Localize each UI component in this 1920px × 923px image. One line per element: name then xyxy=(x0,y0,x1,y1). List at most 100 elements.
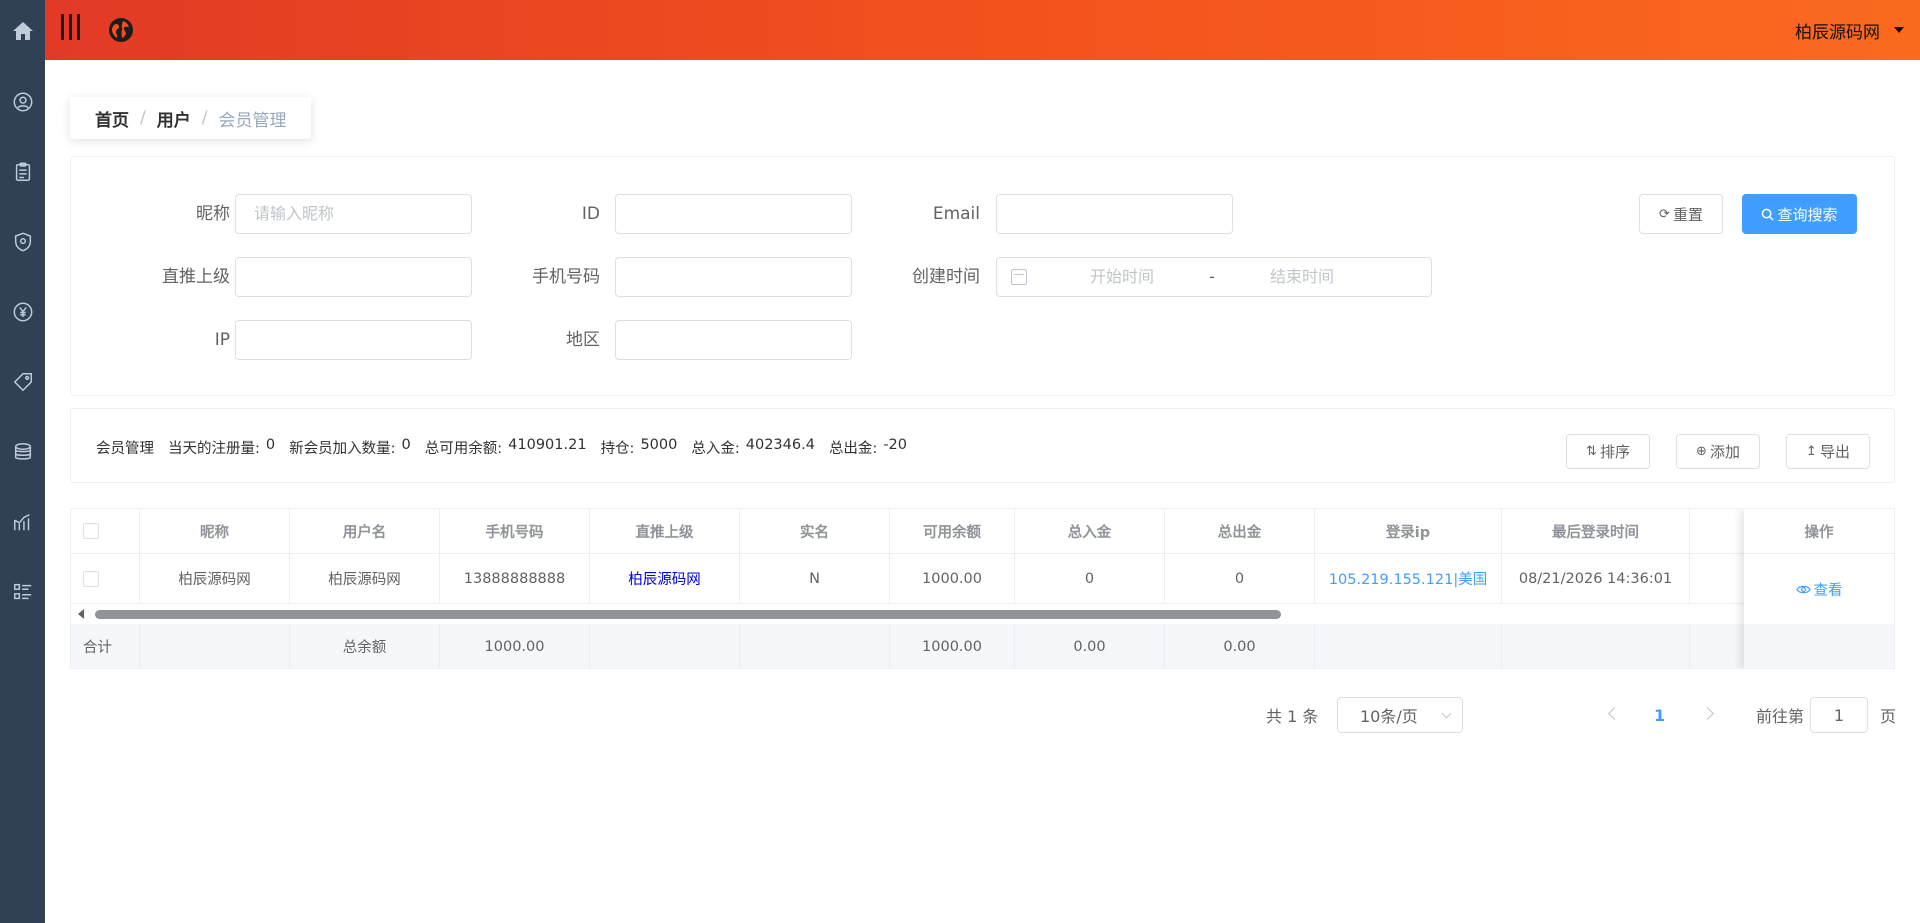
search-button[interactable]: 查询搜索 xyxy=(1742,194,1857,234)
sort-button-label: 排序 xyxy=(1599,443,1630,461)
home-icon[interactable] xyxy=(0,8,45,53)
start-date-input[interactable]: 开始时间 xyxy=(1067,258,1177,296)
reset-button-label: 重置 xyxy=(1672,205,1703,224)
current-page[interactable]: 1 xyxy=(1654,706,1665,725)
row-select-cell xyxy=(71,554,140,603)
ip-input[interactable] xyxy=(235,320,472,360)
positions-value: 5000 xyxy=(640,437,678,453)
next-page-icon[interactable] xyxy=(1701,707,1714,720)
goto-page-input[interactable]: 1 xyxy=(1810,697,1868,733)
referrer-link[interactable]: 柏辰源码网 xyxy=(590,554,740,603)
export-button[interactable]: ↥ 导出 xyxy=(1786,434,1870,469)
summary-cell xyxy=(590,624,740,668)
reset-button[interactable]: ⟳ 重置 xyxy=(1639,194,1723,234)
created-time-label: 创建时间 xyxy=(912,267,980,287)
login-ip-link[interactable]: 105.219.155.121|美国 xyxy=(1315,554,1502,603)
prev-page-icon[interactable] xyxy=(1608,707,1621,720)
add-button[interactable]: ⊕ 添加 xyxy=(1676,434,1760,469)
column-header[interactable]: 实名 xyxy=(740,509,890,553)
export-button-label: 导出 xyxy=(1819,443,1850,461)
column-header[interactable]: 总入金 xyxy=(1015,509,1165,553)
end-date-input[interactable]: 结束时间 xyxy=(1247,258,1357,296)
page-suffix: 页 xyxy=(1880,707,1897,726)
summary-in-sum: 0.00 xyxy=(1015,624,1165,668)
clipboard-icon[interactable] xyxy=(0,149,45,194)
column-header[interactable]: 昵称 xyxy=(140,509,290,553)
referrer-label: 直推上级 xyxy=(162,267,230,287)
pagination-total: 共 1 条 xyxy=(1266,707,1319,726)
nickname-input[interactable]: 请输入昵称 xyxy=(235,194,472,234)
summary-balance-label: 总余额 xyxy=(290,624,440,668)
select-all-checkbox[interactable] xyxy=(83,523,99,539)
email-input[interactable] xyxy=(996,194,1233,234)
balance-cell: 1000.00 xyxy=(890,554,1015,603)
sort-button[interactable]: ⇅ 排序 xyxy=(1566,434,1650,469)
stats-panel: 会员管理 当天的注册量: 0 新会员加入数量: 0 总可用余额: 410901.21 … xyxy=(70,408,1895,483)
summary-out-sum: 0.00 xyxy=(1165,624,1315,668)
total-withdrawal-label: 总出金: xyxy=(828,441,878,457)
hamburger-icon[interactable] xyxy=(61,14,85,40)
summary-cell xyxy=(740,624,890,668)
caret-down-icon xyxy=(1894,27,1904,33)
stats-title: 会员管理 xyxy=(96,441,154,457)
column-header[interactable]: 总出金 xyxy=(1165,509,1315,553)
phone-input[interactable] xyxy=(615,257,852,297)
date-range-picker[interactable]: 开始时间 - 结束时间 xyxy=(996,257,1432,297)
horizontal-scrollbar[interactable] xyxy=(71,604,1894,624)
actions-column: 操作 查看 xyxy=(1744,509,1894,668)
table-row[interactable]: 柏辰源码网 柏辰源码网 13888888888 柏辰源码网 N 1000.00 … xyxy=(71,554,1894,604)
column-header[interactable]: 登录ip xyxy=(1315,509,1502,553)
summary-cell xyxy=(1502,624,1690,668)
total-in-cell: 0 xyxy=(1015,554,1165,603)
eye-icon xyxy=(1795,585,1811,593)
search-button-label: 查询搜索 xyxy=(1777,205,1838,224)
page-size-select[interactable]: 10条/页 xyxy=(1337,697,1463,733)
coins-icon[interactable] xyxy=(0,429,45,474)
new-members-value: 0 xyxy=(401,437,411,453)
view-button[interactable]: 查看 xyxy=(1744,554,1894,624)
globe-icon[interactable] xyxy=(107,16,135,44)
scrollbar-thumb[interactable] xyxy=(95,610,1281,619)
search-panel: 昵称 请输入昵称 ID Email 直推上级 手机号码 创建时间 开始时间 - … xyxy=(70,156,1895,396)
breadcrumb-section[interactable]: 用户 xyxy=(157,106,191,131)
summary-phone-sum: 1000.00 xyxy=(440,624,590,668)
tag-icon[interactable] xyxy=(0,359,45,404)
sidebar xyxy=(0,0,45,923)
chart-line-icon[interactable] xyxy=(0,499,45,544)
referrer-input[interactable] xyxy=(235,257,472,297)
summary-label: 合计 xyxy=(71,624,140,668)
page-size-value: 10条/页 xyxy=(1360,707,1418,726)
phone-cell: 13888888888 xyxy=(440,554,590,603)
column-header[interactable]: 最后登录时间 xyxy=(1502,509,1690,553)
total-balance-value: 410901.21 xyxy=(508,437,587,453)
list-icon[interactable] xyxy=(0,569,45,614)
summary-cell xyxy=(1315,624,1502,668)
calendar-icon xyxy=(1011,269,1027,285)
upload-icon: ↥ xyxy=(1806,444,1817,459)
id-input[interactable] xyxy=(615,194,852,234)
stats-summary: 会员管理 当天的注册量: 0 新会员加入数量: 0 总可用余额: 410901.21 … xyxy=(96,437,907,458)
nickname-label: 昵称 xyxy=(196,204,230,224)
username-cell: 柏辰源码网 xyxy=(290,554,440,603)
column-header[interactable]: 直推上级 xyxy=(590,509,740,553)
region-input[interactable] xyxy=(615,320,852,360)
column-header[interactable]: 手机号码 xyxy=(440,509,590,553)
pagination: 共 1 条 10条/页 1 前往第 1 页 xyxy=(0,697,1920,733)
sort-icon: ⇅ xyxy=(1586,444,1597,459)
table-header-row: 昵称 用户名 手机号码 直推上级 实名 可用余额 总入金 总出金 登录ip 最后… xyxy=(71,509,1894,554)
top-header: 柏辰源码网 xyxy=(45,0,1920,60)
column-header[interactable]: 可用余额 xyxy=(890,509,1015,553)
email-label: Email xyxy=(932,204,980,224)
user-name: 柏辰源码网 xyxy=(1795,22,1880,43)
members-table: 昵称 用户名 手机号码 直推上级 实名 可用余额 总入金 总出金 登录ip 最后… xyxy=(70,508,1895,669)
row-checkbox[interactable] xyxy=(83,570,99,587)
user-circle-icon[interactable] xyxy=(0,79,45,124)
yen-icon[interactable] xyxy=(0,289,45,334)
shield-icon[interactable] xyxy=(0,219,45,264)
region-label: 地区 xyxy=(566,330,600,350)
user-menu[interactable]: 柏辰源码网 xyxy=(1795,0,1904,60)
scroll-left-icon[interactable] xyxy=(78,609,84,619)
column-header[interactable]: 用户名 xyxy=(290,509,440,553)
breadcrumb-home[interactable]: 首页 xyxy=(95,106,129,131)
refresh-icon: ⟳ xyxy=(1659,206,1670,222)
